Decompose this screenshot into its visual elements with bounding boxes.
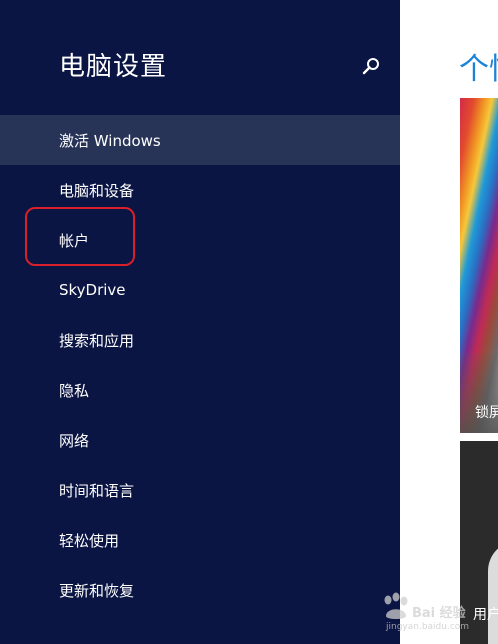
sidebar-item-ease-of-access[interactable]: 轻松使用 — [0, 515, 400, 565]
lock-screen-tile[interactable]: 锁屏界面 — [460, 98, 498, 433]
settings-sidebar: 电脑设置 激活 Windows 电脑和设备 帐户 SkyDrive 搜索和应用 … — [0, 0, 400, 644]
sidebar-item-label: 更新和恢复 — [59, 581, 135, 600]
sidebar-item-label: 网络 — [59, 431, 90, 450]
sidebar-item-label: 轻松使用 — [59, 531, 120, 550]
sidebar-item-label: 激活 Windows — [59, 131, 161, 150]
tile-label: 锁屏界面 — [475, 405, 498, 421]
sidebar-item-search-and-apps[interactable]: 搜索和应用 — [0, 315, 400, 365]
sidebar-item-pc-and-devices[interactable]: 电脑和设备 — [0, 165, 400, 215]
sidebar-item-label: SkyDrive — [59, 281, 126, 299]
sidebar-item-label: 电脑和设备 — [59, 181, 135, 200]
account-picture-tile[interactable]: 用户头像 — [460, 441, 498, 644]
main-content: 个性化 锁屏界面 用户头像 — [400, 0, 498, 644]
avatar — [488, 541, 498, 644]
sidebar-item-label: 时间和语言 — [59, 481, 135, 500]
search-icon[interactable] — [360, 55, 382, 77]
sidebar-item-label: 帐户 — [59, 231, 90, 250]
section-title: 个性化 — [459, 52, 498, 87]
sidebar-item-skydrive[interactable]: SkyDrive — [0, 265, 400, 315]
sidebar-item-label: 隐私 — [59, 381, 90, 400]
sidebar-item-accounts[interactable]: 帐户 — [0, 215, 400, 265]
tile-label: 用户头像 — [473, 607, 498, 623]
sidebar-item-network[interactable]: 网络 — [0, 415, 400, 465]
sidebar-item-time-and-language[interactable]: 时间和语言 — [0, 465, 400, 515]
sidebar-item-update-and-recovery[interactable]: 更新和恢复 — [0, 565, 400, 615]
sidebar-item-privacy[interactable]: 隐私 — [0, 365, 400, 415]
page-title: 电脑设置 — [59, 52, 168, 82]
sidebar-item-label: 搜索和应用 — [59, 331, 135, 350]
sidebar-item-activate-windows[interactable]: 激活 Windows — [0, 115, 400, 165]
